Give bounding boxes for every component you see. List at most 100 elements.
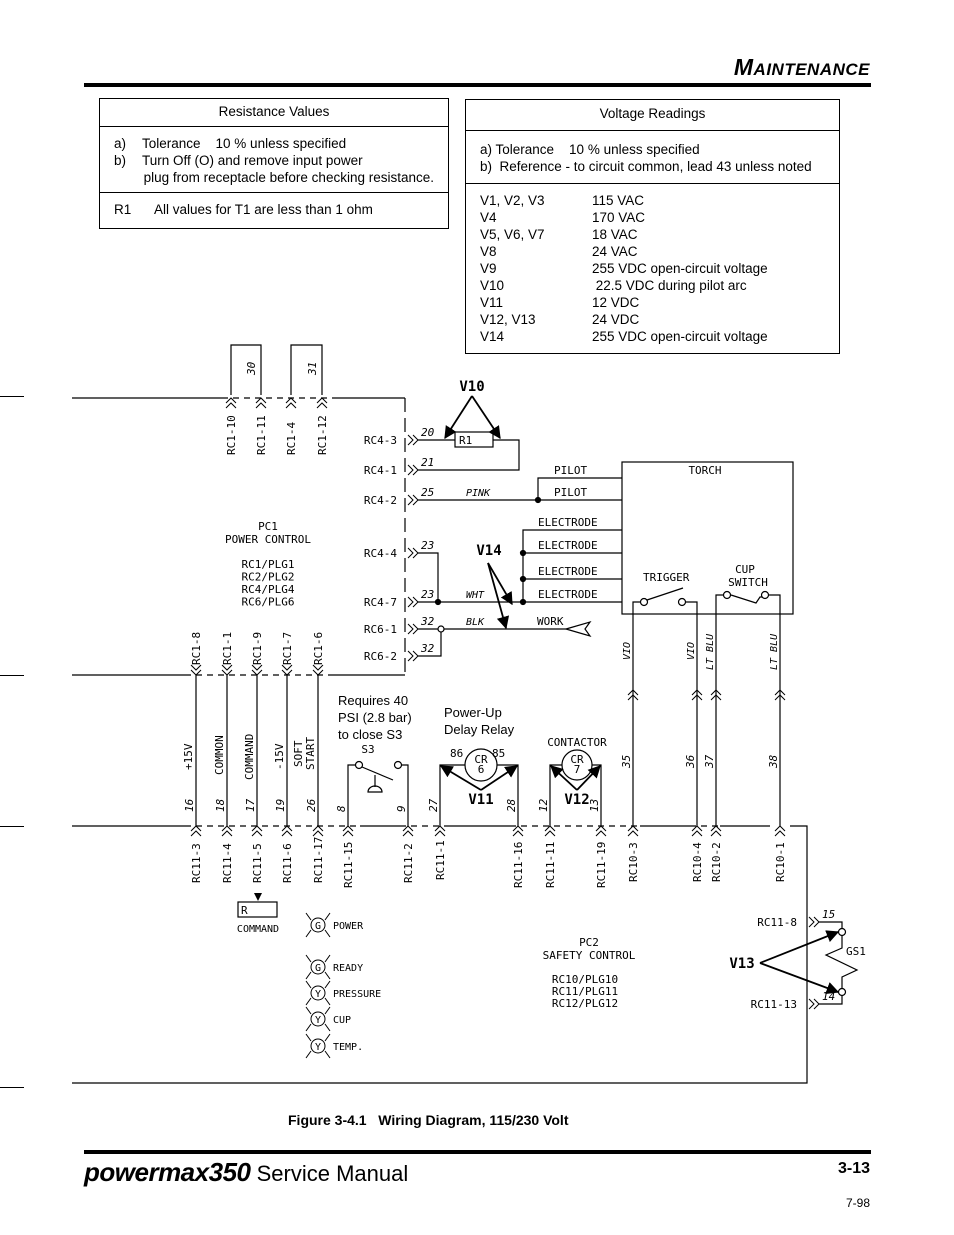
- connector-label: RC4-2: [364, 494, 397, 507]
- s3-note: Requires 40 PSI (2.8 bar) to close S3: [338, 692, 412, 743]
- wire-color: VIO: [622, 642, 633, 660]
- connector-pin-icon: [190, 664, 202, 676]
- manual-title: Service Manual: [256, 1161, 409, 1186]
- wire-number: 8: [335, 805, 348, 812]
- connector-label: RC1-8: [190, 632, 203, 665]
- connector-label: RC11-17: [312, 837, 325, 883]
- connector-pin-icon: [774, 825, 786, 837]
- connector-pin-icon: [434, 825, 446, 837]
- pin-label: 86: [450, 747, 463, 760]
- torch-lead: PILOT: [554, 464, 587, 477]
- connector-label: RC11-1: [434, 840, 447, 880]
- wire-color: WHT: [466, 590, 485, 601]
- r1-label: R1: [459, 434, 472, 447]
- pc2-subtitle: SAFETY CONTROL: [543, 949, 636, 962]
- connector-label: RC1-1: [221, 632, 234, 665]
- led-letter: Y: [315, 1015, 321, 1026]
- connector-label: RC11-5: [251, 843, 264, 883]
- connector-label: RC11-16: [512, 842, 525, 888]
- wire-number: 21: [421, 456, 434, 469]
- signal-label: +15V: [182, 743, 195, 770]
- connector-pin-icon: [312, 664, 324, 676]
- wire-number: 32: [420, 642, 435, 655]
- connector-pin-icon: [808, 916, 820, 928]
- connector-pin-icon: [595, 825, 607, 837]
- torch-lead: PILOT: [554, 486, 587, 499]
- led-label: READY: [333, 963, 363, 974]
- wire-number: 27: [427, 798, 440, 812]
- wire-color: BLK: [466, 617, 485, 628]
- connector-pin-icon: [251, 825, 263, 837]
- wire-color: LT BLU: [705, 633, 716, 670]
- pc1-plug: RC6/PLG6: [242, 596, 295, 609]
- connector-pin-icon: [627, 825, 639, 837]
- test-point-label: V12: [564, 792, 589, 808]
- connector-pin-icon: [190, 825, 202, 837]
- wire-color: VIO: [686, 642, 697, 660]
- test-point-label: V10: [459, 379, 484, 395]
- revision-date: 7-98: [845, 1196, 870, 1210]
- connector-label: RC10-1: [774, 842, 787, 882]
- work-label: WORK: [537, 615, 564, 628]
- cup-switch-label: SWITCH: [728, 576, 768, 589]
- wire-number: 23: [421, 588, 434, 601]
- wire-number: 25: [421, 486, 434, 499]
- wire-number: 15: [822, 908, 835, 921]
- connector-pin-icon: [512, 825, 524, 837]
- cr6-label: 6: [478, 763, 485, 776]
- signal-label: COMMAND: [243, 734, 256, 780]
- torch-lead: ELECTRODE: [538, 565, 598, 578]
- connector-label: RC4-3: [364, 434, 397, 447]
- wire-number: 28: [505, 798, 518, 812]
- note-line: Requires 40: [338, 693, 409, 708]
- pot-label: R: [241, 904, 248, 917]
- connector-label: RC1-6: [312, 632, 325, 665]
- connector-label: RC6-1: [364, 623, 397, 636]
- connector-pin-icon: [342, 825, 354, 837]
- wire-number: 31: [306, 362, 319, 376]
- connector-label: RC11-6: [281, 843, 294, 883]
- signal-label: COMMON: [213, 735, 226, 775]
- note-line: to close S3: [338, 727, 403, 742]
- led-letter: G: [315, 963, 321, 974]
- wiring-diagram: RC1-10 RC1-11 30 RC1-4 RC1-12 31 RC4-3 20 RC4-1 2…: [72, 344, 866, 1084]
- torch-lead: ELECTRODE: [538, 539, 598, 552]
- figure-caption: Figure 3-4.1 Wiring Diagram, 115/230 Vol…: [288, 1112, 569, 1128]
- connector-label: RC6-2: [364, 650, 397, 663]
- wire-number: 36: [684, 754, 697, 769]
- wire-number: 18: [214, 798, 227, 812]
- connector-pin-icon: [402, 825, 414, 837]
- connector-pin-icon: [225, 397, 237, 409]
- cup-switch-label: CUP: [735, 563, 755, 576]
- connector-label: RC11-13: [751, 998, 797, 1011]
- note-line: Power-Up: [444, 705, 502, 720]
- connector-label: RC11-11: [544, 842, 557, 888]
- connector-pin-icon: [407, 650, 419, 662]
- pc1-plug: RC2/PLG2: [242, 571, 295, 584]
- pc1-plug: RC4/PLG4: [242, 583, 295, 596]
- pc2-plug: RC12/PLG12: [552, 997, 618, 1010]
- v14-probe: [487, 562, 513, 606]
- connector-pin-icon: [691, 825, 703, 837]
- footer-brand: powermax350 Service Manual: [84, 1157, 408, 1188]
- brand-logo: powermax350: [84, 1157, 251, 1187]
- led-letter: G: [315, 921, 321, 932]
- note-line: Delay Relay: [444, 722, 515, 737]
- led-label: TEMP.: [333, 1042, 363, 1053]
- footer-rule: [84, 1150, 871, 1154]
- wire-number: 32: [420, 615, 435, 628]
- wire-color: LT BLU: [769, 633, 780, 670]
- wire-number: 38: [767, 754, 780, 769]
- connector-pin-icon: [710, 825, 722, 837]
- wire-number: 20: [421, 426, 435, 439]
- trigger-label: TRIGGER: [643, 571, 690, 584]
- connector-label: RC1-11: [255, 415, 268, 455]
- signal-label: START: [304, 737, 317, 770]
- led-label: CUP: [333, 1015, 351, 1026]
- cr6-note: Power-Up Delay Relay: [444, 704, 514, 738]
- pc2-title: PC2: [579, 936, 599, 949]
- wire-number: 17: [244, 798, 257, 812]
- connector-label: RC4-7: [364, 596, 397, 609]
- connector-pin-icon: [407, 596, 419, 608]
- connector-pin-icon: [316, 397, 328, 409]
